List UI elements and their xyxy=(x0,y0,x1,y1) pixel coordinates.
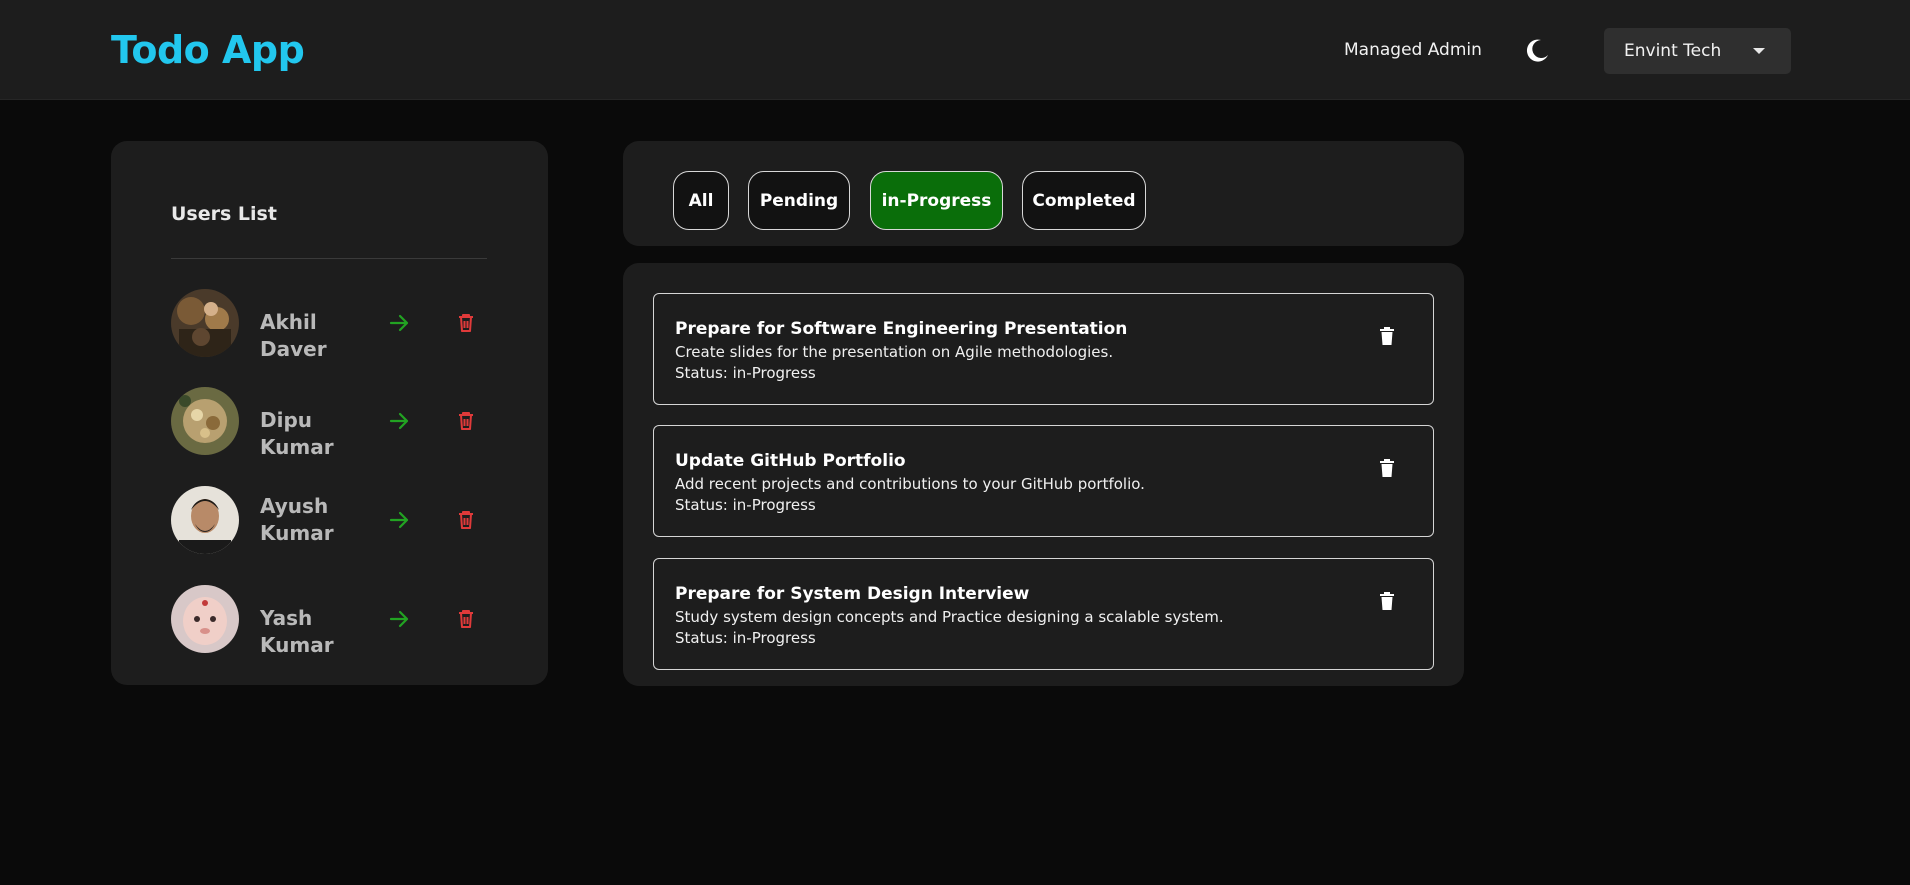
arrow-right-icon[interactable] xyxy=(387,607,411,631)
organization-select[interactable]: Envint Tech xyxy=(1604,28,1791,74)
users-list-title: Users List xyxy=(171,203,277,225)
filter-in-progress-button[interactable]: in-Progress xyxy=(870,171,1003,230)
user-row: Yash Kumar xyxy=(171,585,487,657)
trash-icon[interactable] xyxy=(454,311,478,335)
task-status: Status: in-Progress xyxy=(675,364,816,382)
task-card: Prepare for Software Engineering Present… xyxy=(653,293,1434,405)
task-title: Prepare for Software Engineering Present… xyxy=(675,319,1128,339)
user-name: Akhil Daver xyxy=(260,310,327,361)
avatar xyxy=(171,486,239,554)
moon-icon xyxy=(1526,39,1548,62)
task-title: Update GitHub Portfolio xyxy=(675,451,906,471)
arrow-right-icon[interactable] xyxy=(387,409,411,433)
trash-icon[interactable] xyxy=(454,607,478,631)
task-description: Study system design concepts and Practic… xyxy=(675,608,1224,626)
task-card: Update GitHub Portfolio Add recent proje… xyxy=(653,425,1434,537)
user-row: Akhil Daver xyxy=(171,289,487,361)
user-name: Dipu Kumar xyxy=(260,408,334,459)
users-panel: Users List Akhil Daver Dipu Kumar Ayush … xyxy=(111,141,548,685)
avatar xyxy=(171,387,239,455)
caret-down-icon xyxy=(1753,48,1765,54)
user-name: Yash Kumar xyxy=(260,606,334,657)
trash-icon[interactable] xyxy=(1375,589,1399,613)
task-status: Status: in-Progress xyxy=(675,629,816,647)
trash-icon[interactable] xyxy=(1375,324,1399,348)
task-title: Prepare for System Design Interview xyxy=(675,584,1030,604)
filter-completed-button[interactable]: Completed xyxy=(1022,171,1146,230)
app-header: Todo App Managed Admin Envint Tech xyxy=(0,0,1910,100)
task-description: Create slides for the presentation on Ag… xyxy=(675,343,1114,361)
task-status: Status: in-Progress xyxy=(675,496,816,514)
user-name: Ayush Kumar xyxy=(260,494,334,545)
arrow-right-icon[interactable] xyxy=(387,508,411,532)
organization-select-value: Envint Tech xyxy=(1624,41,1722,61)
theme-toggle-button[interactable] xyxy=(1522,36,1552,66)
task-description: Add recent projects and contributions to… xyxy=(675,475,1145,493)
tasks-panel: Prepare for Software Engineering Present… xyxy=(623,263,1464,686)
trash-icon[interactable] xyxy=(454,409,478,433)
user-row: Dipu Kumar xyxy=(171,387,487,459)
trash-icon[interactable] xyxy=(1375,456,1399,480)
task-card: Prepare for System Design Interview Stud… xyxy=(653,558,1434,670)
arrow-right-icon[interactable] xyxy=(387,311,411,335)
user-row: Ayush Kumar xyxy=(171,486,487,556)
status-filter-bar: All Pending in-Progress Completed xyxy=(623,141,1464,246)
avatar xyxy=(171,289,239,357)
filter-pending-button[interactable]: Pending xyxy=(748,171,850,230)
app-logo[interactable]: Todo App xyxy=(111,26,305,74)
filter-all-button[interactable]: All xyxy=(673,171,729,230)
trash-icon[interactable] xyxy=(454,508,478,532)
avatar xyxy=(171,585,239,653)
users-divider xyxy=(171,258,487,259)
current-user-label: Managed Admin xyxy=(1344,40,1482,60)
